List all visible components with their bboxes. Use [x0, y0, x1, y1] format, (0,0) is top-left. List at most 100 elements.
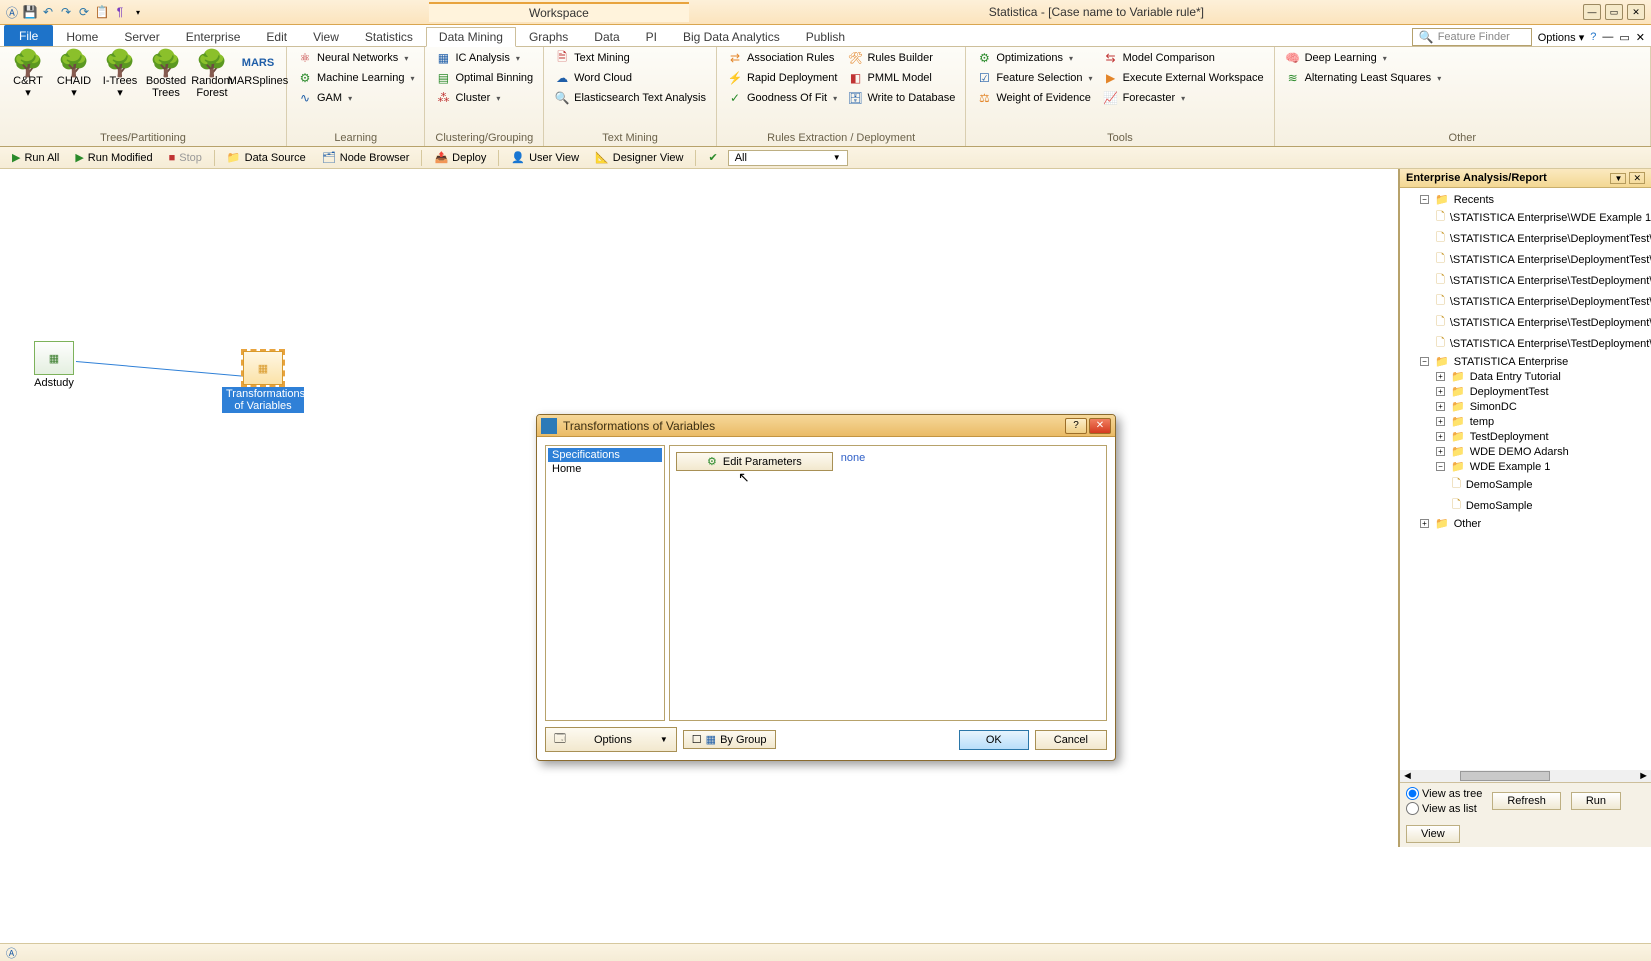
tree-folder-item[interactable]: +DeploymentTest: [1436, 384, 1647, 399]
edit-parameters-button[interactable]: ⚙ Edit Parameters: [676, 452, 833, 471]
tab-enterprise[interactable]: Enterprise: [173, 27, 254, 46]
node-adstudy[interactable]: ▦ Adstudy: [34, 341, 74, 389]
tab-graphs[interactable]: Graphs: [516, 27, 581, 46]
scroll-left-icon[interactable]: ◄: [1400, 770, 1415, 782]
tab-pi[interactable]: PI: [633, 27, 670, 46]
redo-icon[interactable]: ↷: [58, 4, 74, 20]
refresh-button[interactable]: Refresh: [1492, 792, 1561, 810]
text-mining-button[interactable]: 🗎Text Mining: [550, 49, 710, 67]
tree-recent-item[interactable]: \STATISTICA Enterprise\DeploymentTest\Cr: [1436, 228, 1647, 249]
optimal-binning-button[interactable]: ▤Optimal Binning: [431, 69, 537, 87]
expand-icon[interactable]: +: [1436, 387, 1445, 396]
elasticsearch-button[interactable]: 🔍Elasticsearch Text Analysis: [550, 89, 710, 107]
rules-builder-button[interactable]: 🛠Rules Builder: [843, 49, 959, 67]
options-dropdown[interactable]: Options ▾: [1538, 31, 1585, 44]
expand-icon[interactable]: +: [1436, 402, 1445, 411]
tree-recent-item[interactable]: \STATISTICA Enterprise\TestDeployment\Li: [1436, 312, 1647, 333]
ic-analysis-button[interactable]: ▦IC Analysis▾: [431, 49, 537, 67]
scroll-thumb[interactable]: [1460, 771, 1550, 781]
neural-networks-button[interactable]: ⚛Neural Networks▾: [293, 49, 418, 67]
parameters-value[interactable]: none: [841, 452, 865, 464]
paste-icon[interactable]: 📋: [94, 4, 110, 20]
app-icon[interactable]: Ⓐ: [4, 4, 20, 20]
rapid-deployment-button[interactable]: ⚡Rapid Deployment: [723, 69, 842, 87]
tree-recent-item[interactable]: \STATISTICA Enterprise\DeploymentTest\Al: [1436, 249, 1647, 270]
tree-recent-item[interactable]: \STATISTICA Enterprise\WDE Example 1\D: [1436, 207, 1647, 228]
tree-folder-item[interactable]: −WDE Example 1: [1436, 459, 1647, 474]
run-modified-button[interactable]: ▶Run Modified: [69, 150, 158, 165]
undo-icon[interactable]: ↶: [40, 4, 56, 20]
collapse-icon[interactable]: −: [1420, 357, 1429, 366]
view-as-list-radio[interactable]: View as list: [1406, 802, 1482, 815]
als-button[interactable]: ≋Alternating Least Squares▾: [1281, 69, 1446, 87]
optimizations-button[interactable]: ⚙Optimizations▾: [972, 49, 1096, 67]
tab-edit[interactable]: Edit: [253, 27, 300, 46]
filter-toggle-button[interactable]: ✔: [702, 150, 723, 165]
help-icon[interactable]: ?: [1590, 31, 1596, 43]
model-comparison-button[interactable]: ⇆Model Comparison: [1099, 49, 1268, 67]
marsplines-button[interactable]: MARSMARSplines: [236, 49, 280, 89]
tree-folder-item[interactable]: +WDE DEMO Adarsh: [1436, 444, 1647, 459]
filter-select[interactable]: All▼: [728, 150, 848, 166]
write-db-button[interactable]: 🗄Write to Database: [843, 89, 959, 107]
tree-other[interactable]: +Other: [1420, 516, 1647, 531]
workspace-canvas[interactable]: ▦ Adstudy ▦ Transformations of Variables…: [0, 169, 1399, 847]
tree-recent-item[interactable]: \STATISTICA Enterprise\TestDeployment\M: [1436, 270, 1647, 291]
tree-folder-item[interactable]: +SimonDC: [1436, 399, 1647, 414]
expand-icon[interactable]: +: [1436, 447, 1445, 456]
tab-publish[interactable]: Publish: [793, 27, 858, 46]
nav-home[interactable]: Home: [548, 462, 662, 476]
expand-icon[interactable]: +: [1420, 519, 1429, 528]
tree-enterprise-root[interactable]: −STATISTICA Enterprise: [1420, 354, 1647, 369]
restore-button[interactable]: ▭: [1605, 4, 1623, 20]
node-browser-button[interactable]: 🗂Node Browser: [316, 150, 416, 165]
gam-button[interactable]: ∿GAM▾: [293, 89, 418, 107]
tree-recent-item[interactable]: \STATISTICA Enterprise\TestDeployment\Li: [1436, 333, 1647, 354]
dialog-help-button[interactable]: ?: [1065, 418, 1087, 434]
enterprise-tree[interactable]: −Recents \STATISTICA Enterprise\WDE Exam…: [1400, 188, 1651, 770]
expand-icon[interactable]: +: [1436, 417, 1445, 426]
node-transformations[interactable]: ▦ Transformations of Variables: [222, 351, 304, 413]
chaid-button[interactable]: 🌳CHAID▾: [52, 49, 96, 101]
expand-icon[interactable]: +: [1436, 432, 1445, 441]
tree-recents[interactable]: −Recents: [1420, 192, 1647, 207]
panel-dropdown-button[interactable]: ▼: [1610, 173, 1626, 184]
tree-folder-item[interactable]: +TestDeployment: [1436, 429, 1647, 444]
machine-learning-button[interactable]: ⚙Machine Learning▾: [293, 69, 418, 87]
doc-restore-icon[interactable]: ▭: [1619, 31, 1629, 44]
refresh-icon[interactable]: ⟳: [76, 4, 92, 20]
tab-statistics[interactable]: Statistics: [352, 27, 426, 46]
tree-hscrollbar[interactable]: ◄ ►: [1400, 770, 1651, 782]
cart-button[interactable]: 🌳C&RT▾: [6, 49, 50, 101]
minimize-button[interactable]: —: [1583, 4, 1601, 20]
expand-icon[interactable]: −: [1436, 462, 1445, 471]
tab-file[interactable]: File: [4, 25, 53, 46]
pmml-button[interactable]: ◧PMML Model: [843, 69, 959, 87]
exec-ext-button[interactable]: ▶Execute External Workspace: [1099, 69, 1268, 87]
stop-button[interactable]: ■Stop: [163, 151, 208, 165]
collapse-icon[interactable]: −: [1420, 195, 1429, 204]
feature-finder-input[interactable]: 🔍 Feature Finder: [1412, 28, 1532, 46]
save-icon[interactable]: 💾: [22, 4, 38, 20]
tree-folder-item[interactable]: +Data Entry Tutorial: [1436, 369, 1647, 384]
user-view-button[interactable]: 👤User View: [505, 150, 585, 165]
tree-folder-item[interactable]: +temp: [1436, 414, 1647, 429]
forecaster-button[interactable]: 📈Forecaster▾: [1099, 89, 1268, 107]
panel-close-button[interactable]: ✕: [1629, 172, 1645, 184]
workspace-context-tab[interactable]: Workspace: [429, 2, 689, 22]
feature-selection-button[interactable]: ☑Feature Selection▾: [972, 69, 1096, 87]
tree-recent-item[interactable]: \STATISTICA Enterprise\DeploymentTest\Li: [1436, 291, 1647, 312]
tab-home[interactable]: Home: [53, 27, 111, 46]
dialog-titlebar[interactable]: Transformations of Variables ? ✕: [537, 415, 1115, 437]
deploy-button[interactable]: 📤Deploy: [428, 150, 492, 165]
tab-data[interactable]: Data: [581, 27, 632, 46]
association-rules-button[interactable]: ⇄Association Rules: [723, 49, 842, 67]
scroll-right-icon[interactable]: ►: [1636, 770, 1651, 782]
cancel-button[interactable]: Cancel: [1035, 730, 1107, 750]
doc-minimize-icon[interactable]: —: [1602, 31, 1613, 43]
woe-button[interactable]: ⚖Weight of Evidence: [972, 89, 1096, 107]
tab-big-data[interactable]: Big Data Analytics: [670, 27, 793, 46]
tree-leaf-item[interactable]: DemoSample: [1452, 474, 1647, 495]
data-source-button[interactable]: 📁Data Source: [221, 150, 312, 165]
deep-learning-button[interactable]: 🧠Deep Learning▾: [1281, 49, 1446, 67]
